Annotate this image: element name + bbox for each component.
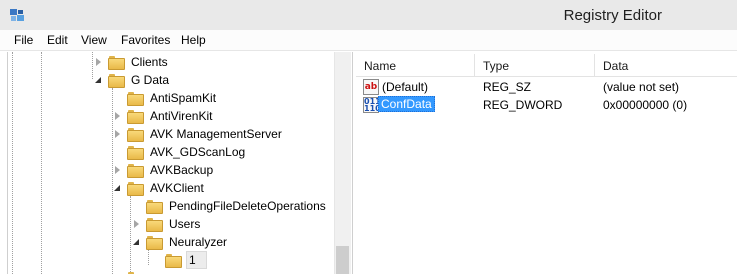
tree-item-g-data[interactable]: G Data — [93, 71, 171, 89]
menu-file[interactable]: File — [14, 33, 33, 47]
column-header-data[interactable]: Data — [595, 54, 737, 76]
expand-arrow-icon[interactable] — [93, 56, 105, 68]
tree-vertical-scrollbar[interactable] — [334, 52, 351, 274]
tree-item-label: 1 — [186, 251, 207, 269]
folder-icon — [146, 217, 163, 232]
tree-item-label: G Data — [131, 73, 170, 87]
menu-favorites[interactable]: Favorites — [121, 33, 170, 47]
tree-item-users[interactable]: Users — [131, 215, 202, 233]
tree-item-pendingfiledeleteoperations[interactable]: PendingFileDeleteOperations — [131, 197, 328, 215]
registry-values-list[interactable]: Name Type Data ab (Default) REG_SZ (valu… — [356, 52, 737, 274]
folder-icon — [127, 145, 144, 160]
folder-icon — [127, 163, 144, 178]
tree-item-label: AntiVirenKit — [150, 109, 213, 123]
folder-icon — [127, 127, 144, 142]
column-header-name[interactable]: Name — [356, 54, 475, 76]
tree-item-label: Users — [169, 217, 201, 231]
string-value-icon: ab — [363, 79, 379, 95]
value-name: ConfData — [378, 96, 435, 112]
menu-help[interactable]: Help — [181, 33, 206, 47]
expand-arrow-icon[interactable] — [112, 110, 124, 122]
collapse-arrow-icon[interactable] — [112, 182, 124, 194]
collapse-arrow-icon[interactable] — [93, 74, 105, 86]
tree-item-label: PendingFileDeleteOperations — [169, 199, 326, 213]
value-name: (Default) — [382, 80, 429, 94]
expand-arrow-icon[interactable] — [112, 164, 124, 176]
tree-item-label: AntiSpamKit — [150, 91, 217, 105]
value-row-selected[interactable]: 011 110 ConfData REG_DWORD 0x00000000 (0) — [356, 96, 737, 114]
tree-item-avk-gdscanlog[interactable]: AVK_GDScanLog — [112, 143, 247, 161]
value-type: REG_DWORD — [483, 98, 563, 112]
tree-item-label: AVKBackup — [150, 163, 214, 177]
folder-icon — [165, 253, 182, 268]
value-data: 0x00000000 (0) — [603, 98, 688, 112]
column-header-type[interactable]: Type — [475, 54, 595, 76]
tree-item-antispamkit[interactable]: AntiSpamKit — [112, 89, 218, 107]
dword-value-icon: 011 110 — [363, 97, 381, 113]
tree-item-clients[interactable]: Clients — [93, 53, 170, 71]
tree-item-neuralyzer[interactable]: Neuralyzer — [131, 233, 229, 251]
tree-item-antivirenkit[interactable]: AntiVirenKit — [112, 107, 214, 125]
tree-item-1[interactable]: 1 — [150, 251, 207, 269]
tree-item-label: Clients — [131, 55, 168, 69]
tree-item-avkbackup[interactable]: AVKBackup — [112, 161, 215, 179]
collapse-arrow-icon[interactable] — [131, 236, 143, 248]
folder-icon — [127, 109, 144, 124]
tree-item-label: AVKClient — [150, 181, 204, 195]
folder-icon — [146, 235, 163, 250]
menu-bar: File Edit View Favorites Help — [0, 30, 737, 51]
tree-item-partial[interactable] — [112, 269, 148, 274]
menu-view[interactable]: View — [81, 33, 107, 47]
folder-icon — [127, 91, 144, 106]
tree-item-label: Neuralyzer — [169, 235, 228, 249]
tree-item-avk-managementserver[interactable]: AVK ManagementServer — [112, 125, 284, 143]
expand-arrow-icon[interactable] — [112, 128, 124, 140]
title-bar: Registry Editor — [0, 0, 737, 30]
tree-item-label: AVK ManagementServer — [150, 127, 282, 141]
menu-edit[interactable]: Edit — [47, 33, 68, 47]
window-title: Registry Editor — [563, 7, 662, 24]
tree-item-label: AVK_GDScanLog — [150, 145, 246, 159]
tree-item-avkclient[interactable]: AVKClient — [112, 179, 206, 197]
folder-icon — [108, 73, 125, 88]
folder-icon — [146, 199, 163, 214]
value-data: (value not set) — [603, 80, 680, 94]
folder-icon — [127, 181, 144, 196]
value-row[interactable]: ab (Default) REG_SZ (value not set) — [356, 78, 737, 96]
tree-scrollbar-thumb[interactable] — [336, 246, 349, 274]
value-type: REG_SZ — [483, 80, 532, 94]
folder-icon — [108, 55, 125, 70]
expand-arrow-icon[interactable] — [131, 218, 143, 230]
